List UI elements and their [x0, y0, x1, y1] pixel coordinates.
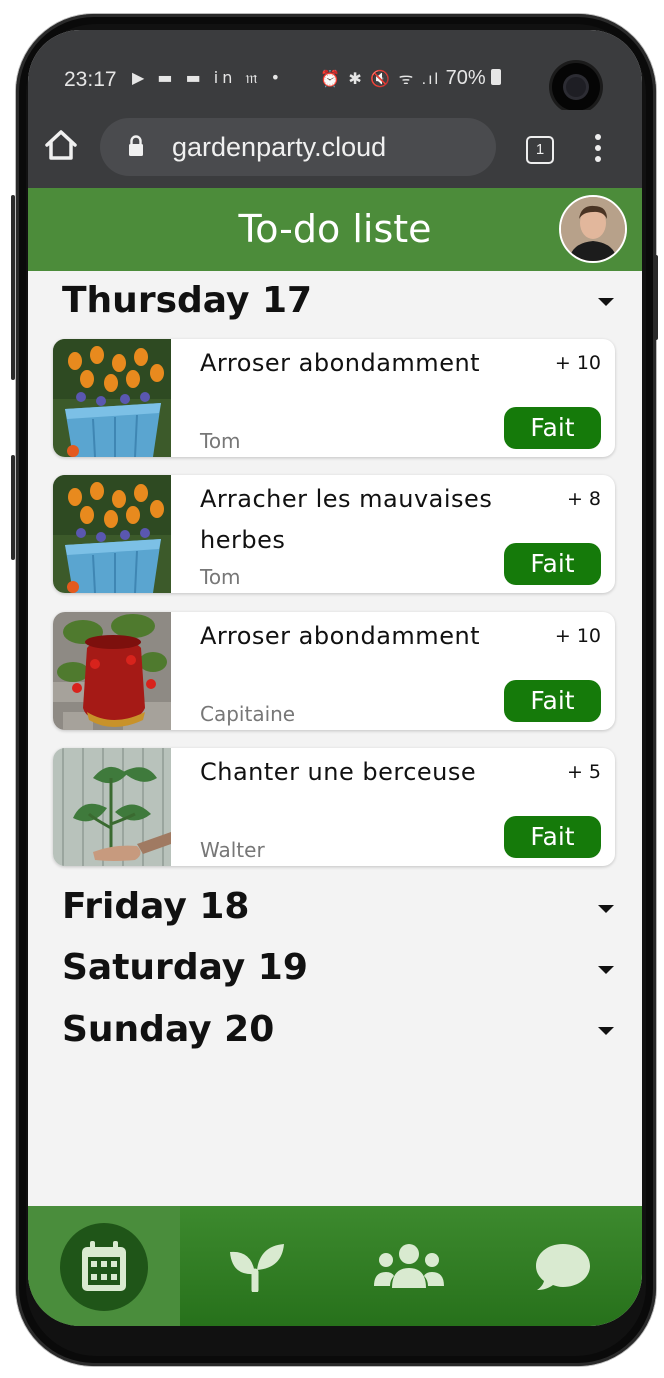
tulips-planter-image — [53, 475, 171, 593]
day-header-sunday[interactable]: Sunday 20 — [62, 1009, 274, 1050]
task-title: Chanter une berceuse — [200, 758, 477, 786]
home-icon[interactable] — [42, 126, 80, 164]
day-header-saturday[interactable]: Saturday 19 — [62, 947, 308, 988]
users-icon — [374, 1244, 444, 1288]
strawberry-pot-image — [53, 612, 171, 730]
fait-button[interactable]: Fait — [504, 816, 601, 858]
browser-menu-icon[interactable] — [594, 134, 602, 164]
front-camera — [552, 63, 600, 111]
chevron-down-icon[interactable] — [598, 905, 614, 913]
page-title: To-do liste — [238, 207, 432, 251]
battery-level: 70% — [445, 67, 486, 89]
task-points: + 5 — [566, 761, 601, 783]
browser-toolbar: gardenparty.cloud 1 — [28, 110, 642, 188]
nav-item-members[interactable] — [334, 1206, 484, 1326]
app-header: To-do liste — [28, 188, 642, 271]
status-bar: 23:17 ▶ ▬ ▬ in 𝔪 • ⏰ ✱ 🔇 ᯤ .ıl 70% — [28, 30, 642, 111]
screen: 23:17 ▶ ▬ ▬ in 𝔪 • ⏰ ✱ 🔇 ᯤ .ıl 70% garde… — [28, 30, 642, 1326]
system-icons: ⏰ ✱ 🔇 ᯤ .ıl — [320, 71, 441, 88]
task-points: + 8 — [566, 488, 601, 510]
tulips-planter-image — [53, 339, 171, 457]
chevron-down-icon[interactable] — [598, 966, 614, 974]
notification-icons: ▶ ▬ ▬ in 𝔪 • — [132, 68, 285, 87]
task-assignee: Walter — [200, 838, 265, 862]
status-time: 23:17 — [64, 68, 117, 91]
task-assignee: Tom — [200, 429, 241, 453]
url-text[interactable]: gardenparty.cloud — [172, 132, 386, 163]
chevron-down-icon[interactable] — [598, 298, 614, 306]
task-title: Arroser abondamment — [200, 349, 481, 377]
tab-switcher-button[interactable]: 1 — [526, 136, 554, 164]
system-status: ⏰ ✱ 🔇 ᯤ .ıl 70% — [320, 67, 502, 90]
chevron-down-icon[interactable] — [598, 1027, 614, 1035]
nav-item-plants[interactable] — [180, 1206, 330, 1326]
task-points: + 10 — [554, 352, 601, 374]
fait-button[interactable]: Fait — [504, 543, 601, 585]
battery-icon — [491, 69, 502, 85]
task-card: Chanter une berceuse + 5 Walter Fait — [53, 748, 615, 866]
lock-icon — [129, 135, 143, 156]
task-title: Arroser abondamment — [200, 622, 481, 650]
calendar-icon — [82, 1241, 126, 1291]
task-title: Arracher les mauvaises herbes — [200, 485, 493, 554]
day-header-friday[interactable]: Friday 18 — [62, 886, 249, 927]
task-card: Arracher les mauvaises herbes + 8 Tom Fa… — [53, 475, 615, 593]
power-button — [654, 255, 658, 340]
task-points: + 10 — [554, 625, 601, 647]
avatar[interactable] — [559, 195, 627, 263]
bixby-button — [11, 455, 15, 560]
sprout-icon — [230, 1244, 284, 1292]
task-assignee: Capitaine — [200, 702, 296, 726]
chat-icon — [536, 1244, 590, 1290]
bottom-nav — [28, 1206, 642, 1326]
avatar-image — [561, 197, 625, 261]
volume-button — [11, 195, 15, 380]
address-bar[interactable]: gardenparty.cloud — [100, 118, 496, 176]
nav-item-calendar[interactable] — [28, 1206, 180, 1326]
day-header-thursday[interactable]: Thursday 17 — [62, 280, 312, 321]
task-card: Arroser abondamment + 10 Tom Fait — [53, 339, 615, 457]
fait-button[interactable]: Fait — [504, 680, 601, 722]
task-card: Arroser abondamment + 10 Capitaine Fait — [53, 612, 615, 730]
nav-item-chat[interactable] — [488, 1206, 638, 1326]
anthurium-plant-image — [53, 748, 171, 866]
task-assignee: Tom — [200, 565, 241, 589]
fait-button[interactable]: Fait — [504, 407, 601, 449]
